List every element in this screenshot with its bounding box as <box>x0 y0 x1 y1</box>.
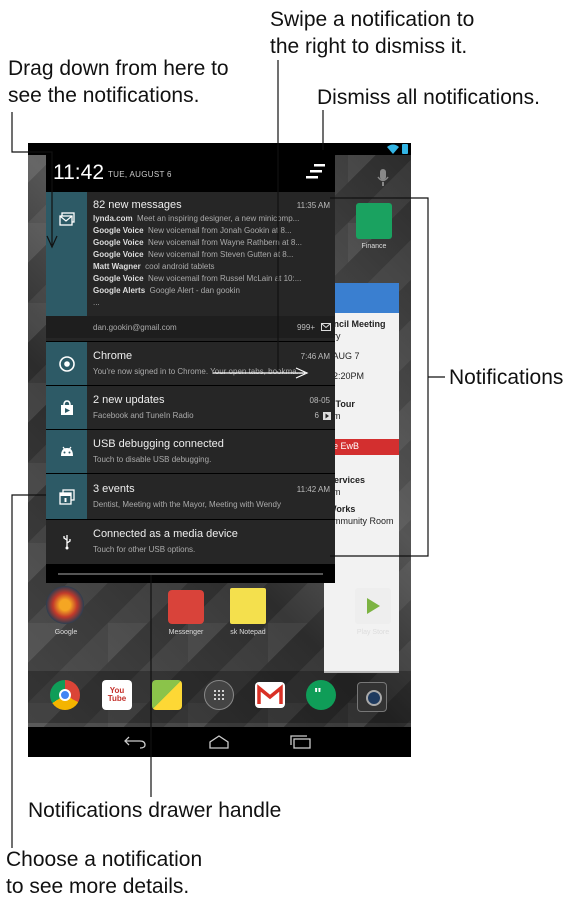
drag-leader-line <box>11 112 53 245</box>
choose-leader-line <box>11 494 46 848</box>
notifications-bracket <box>330 197 445 557</box>
callout-lines <box>11 60 445 848</box>
